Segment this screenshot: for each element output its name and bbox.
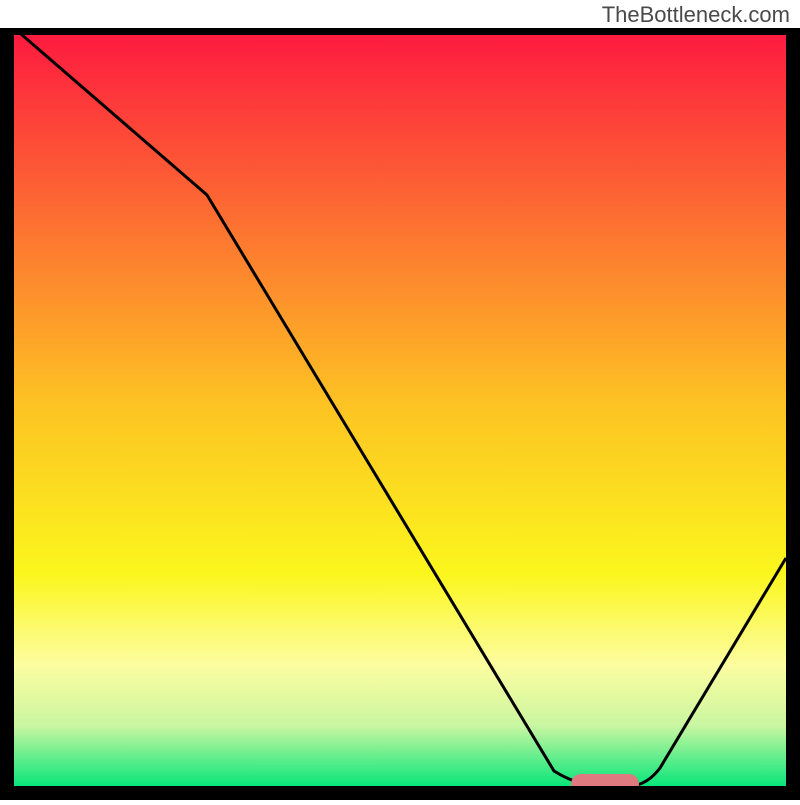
chart-gradient-bg (14, 28, 786, 786)
bottleneck-chart (0, 28, 800, 800)
watermark-label: TheBottleneck.com (602, 2, 790, 28)
chart-svg (0, 28, 800, 800)
